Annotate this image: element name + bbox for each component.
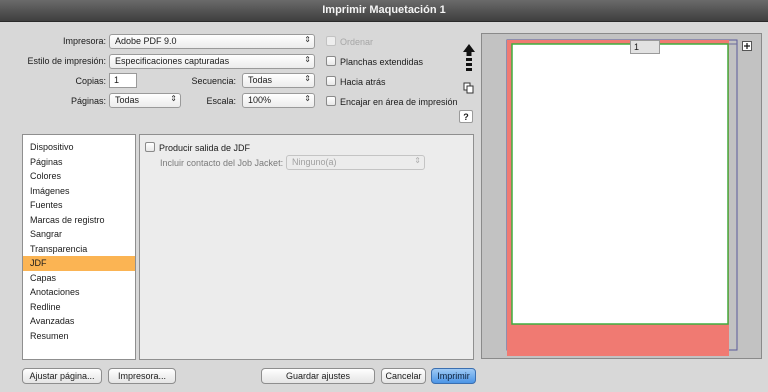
checkbox-box bbox=[145, 142, 155, 152]
job-jacket-contact-value: Ninguno(a) bbox=[292, 157, 337, 167]
scale-combo[interactable]: 100% ⇕ bbox=[242, 93, 315, 108]
checkbox-box bbox=[326, 96, 336, 106]
chevron-updown-icon: ⇕ bbox=[304, 74, 311, 83]
zoom-in-icon[interactable] bbox=[742, 41, 752, 51]
ordenar-checkbox[interactable]: Ordenar bbox=[326, 36, 373, 47]
planchas-checkbox[interactable]: Planchas extendidas bbox=[326, 56, 423, 67]
window-title: Imprimir Maquetación 1 bbox=[322, 4, 446, 16]
pages-label: Páginas: bbox=[70, 96, 106, 106]
job-jacket-contact-label: Incluir contacto del Job Jacket: bbox=[160, 158, 284, 168]
sidebar-item-imagenes[interactable]: Imágenes bbox=[23, 184, 135, 199]
title-bar: Imprimir Maquetación 1 bbox=[0, 0, 768, 22]
sidebar-item-redline[interactable]: Redline bbox=[23, 300, 135, 315]
sequence-select[interactable]: Todas ⇕ bbox=[242, 73, 315, 88]
sidebar-item-avanzadas[interactable]: Avanzadas bbox=[23, 314, 135, 329]
copies-field[interactable]: 1 bbox=[109, 73, 137, 88]
sidebar-item-anotaciones[interactable]: Anotaciones bbox=[23, 285, 135, 300]
print-style-value: Especificaciones capturadas bbox=[115, 56, 230, 66]
print-style-select[interactable]: Especificaciones capturadas ⇕ bbox=[109, 54, 315, 69]
printer-select[interactable]: Adobe PDF 9.0 ⇕ bbox=[109, 34, 315, 49]
print-dialog: Imprimir Maquetación 1 Impresora: Adobe … bbox=[0, 0, 768, 392]
page-preview-canvas bbox=[506, 39, 738, 356]
sidebar-list: Dispositivo Páginas Colores Imágenes Fue… bbox=[22, 134, 136, 360]
orientation-arrow-icon[interactable] bbox=[463, 44, 475, 72]
pages-value: Todas bbox=[115, 95, 140, 105]
printer-value: Adobe PDF 9.0 bbox=[115, 36, 177, 46]
chevron-updown-icon: ⇕ bbox=[414, 156, 421, 165]
ajustar-pagina-button[interactable]: Ajustar página... bbox=[22, 368, 102, 384]
sidebar-item-jdf[interactable]: JDF bbox=[23, 256, 135, 271]
scale-value: 100% bbox=[248, 95, 272, 105]
checkbox-box bbox=[326, 76, 336, 86]
ordenar-label: Ordenar bbox=[340, 37, 374, 47]
scale-label: Escala: bbox=[206, 96, 236, 106]
sidebar-item-fuentes[interactable]: Fuentes bbox=[23, 198, 135, 213]
sidebar-item-dispositivo[interactable]: Dispositivo bbox=[23, 140, 135, 155]
produce-jdf-checkbox[interactable]: Producir salida de JDF bbox=[145, 142, 250, 153]
imprimir-button[interactable]: Imprimir bbox=[431, 368, 476, 384]
guardar-ajustes-button[interactable]: Guardar ajustes bbox=[261, 368, 375, 384]
encajar-label: Encajar en área de impresión bbox=[340, 97, 458, 107]
chevron-updown-icon: ⇕ bbox=[304, 55, 311, 64]
sidebar-item-resumen[interactable]: Resumen bbox=[23, 329, 135, 344]
checkbox-box bbox=[326, 56, 336, 66]
hacia-atras-label: Hacia atrás bbox=[340, 77, 386, 87]
sequence-label: Secuencia: bbox=[191, 76, 236, 86]
planchas-label: Planchas extendidas bbox=[340, 57, 424, 67]
copies-label: Copias: bbox=[75, 76, 106, 86]
sidebar-item-capas[interactable]: Capas bbox=[23, 271, 135, 286]
checkbox-box bbox=[326, 36, 336, 46]
cancelar-button[interactable]: Cancelar bbox=[381, 368, 426, 384]
sidebar-item-paginas[interactable]: Páginas bbox=[23, 155, 135, 170]
sidebar-item-colores[interactable]: Colores bbox=[23, 169, 135, 184]
page-number-badge: 1 bbox=[630, 40, 660, 54]
produce-jdf-label: Producir salida de JDF bbox=[159, 143, 251, 153]
page-preview: 1 bbox=[481, 33, 762, 359]
impresora-button[interactable]: Impresora... bbox=[108, 368, 176, 384]
job-jacket-contact-select[interactable]: Ninguno(a) ⇕ bbox=[286, 155, 425, 170]
hacia-atras-checkbox[interactable]: Hacia atrás bbox=[326, 76, 386, 87]
sidebar-item-transparencia[interactable]: Transparencia bbox=[23, 242, 135, 257]
help-button[interactable]: ? bbox=[459, 110, 473, 123]
printer-label: Impresora: bbox=[62, 36, 106, 46]
sequence-value: Todas bbox=[248, 75, 273, 85]
chevron-updown-icon: ⇕ bbox=[304, 94, 311, 103]
sidebar-item-marcas-de-registro[interactable]: Marcas de registro bbox=[23, 213, 135, 228]
encajar-checkbox[interactable]: Encajar en área de impresión bbox=[326, 96, 458, 107]
chevron-updown-icon: ⇕ bbox=[304, 35, 311, 44]
copy-pages-icon[interactable] bbox=[463, 82, 475, 94]
print-style-label: Estilo de impresión: bbox=[27, 56, 106, 66]
sidebar-item-sangrar[interactable]: Sangrar bbox=[23, 227, 135, 242]
jdf-panel: Producir salida de JDF Incluir contacto … bbox=[139, 134, 474, 360]
